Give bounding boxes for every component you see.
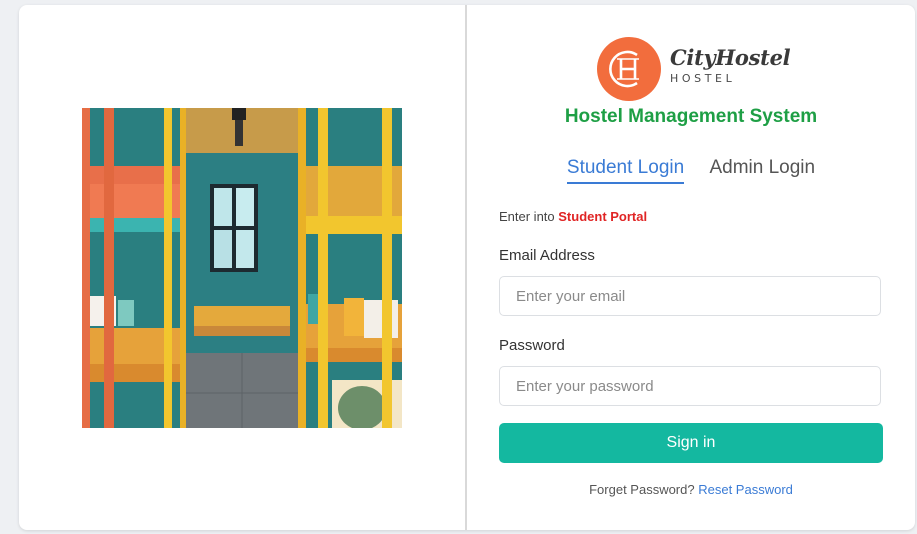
password-label: Password: [499, 337, 565, 354]
password-field[interactable]: [499, 366, 881, 406]
forget-password-text: Forget Password?: [589, 482, 695, 497]
system-title: Hostel Management System: [564, 106, 818, 127]
brand-name: CityHostel: [670, 45, 791, 70]
sign-in-button[interactable]: Sign in: [499, 423, 883, 463]
reset-password-link[interactable]: Reset Password: [698, 482, 793, 497]
tab-admin-login[interactable]: Admin Login: [709, 157, 815, 182]
login-tabs: Student Login Admin Login: [467, 157, 915, 184]
login-card: CityHostel HOSTEL Hostel Management Syst…: [19, 5, 915, 530]
portal-intro: Enter into Student Portal: [499, 209, 647, 224]
brand-wordmark: CityHostel HOSTEL: [670, 45, 791, 86]
email-field[interactable]: [499, 276, 881, 316]
email-label: Email Address: [499, 247, 595, 264]
tab-student-login[interactable]: Student Login: [566, 157, 685, 184]
illustration-panel: [19, 5, 466, 530]
hostel-dorm-image: [82, 108, 402, 428]
hostel-logo-icon: [597, 37, 661, 101]
forget-password-row: Forget Password? Reset Password: [467, 482, 915, 497]
portal-name: Student Portal: [558, 209, 648, 224]
login-panel: CityHostel HOSTEL Hostel Management Syst…: [467, 5, 915, 530]
intro-prefix: Enter into: [499, 209, 559, 224]
brand-tagline: HOSTEL: [670, 72, 736, 85]
